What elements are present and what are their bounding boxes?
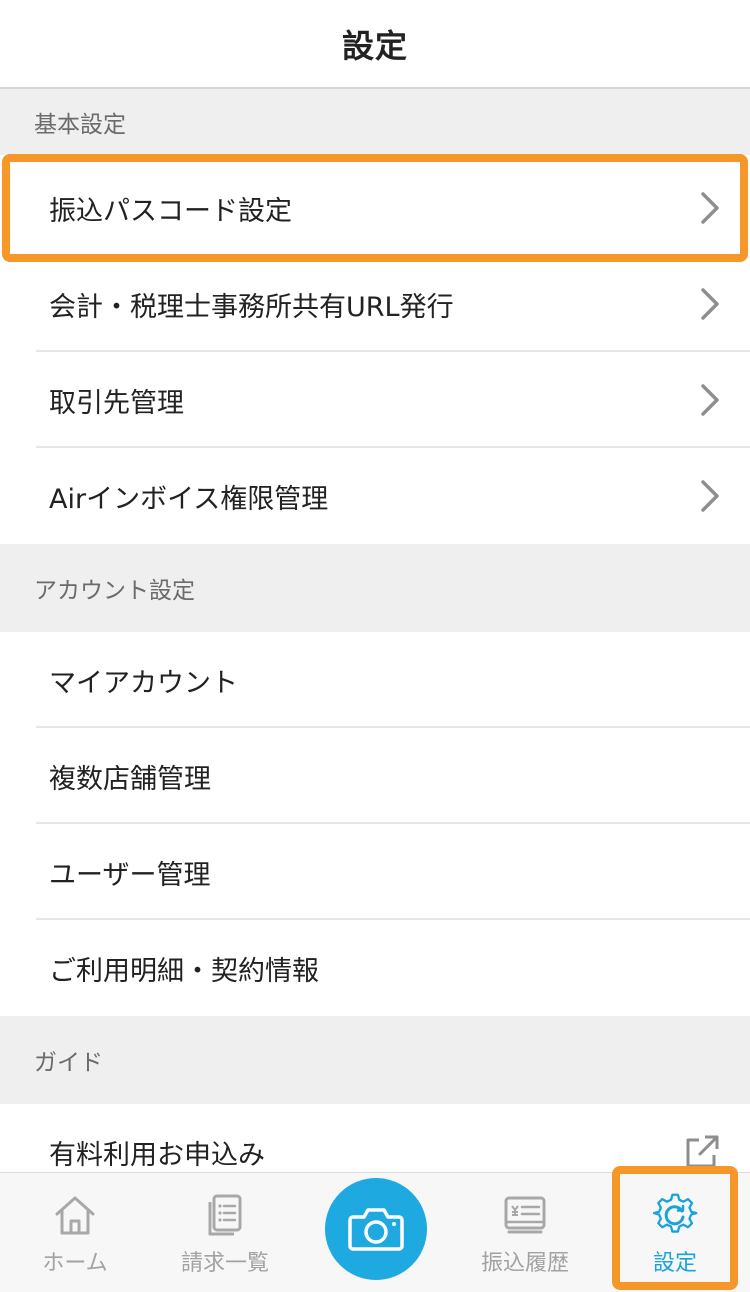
tab-settings[interactable]: 設定: [600, 1173, 750, 1292]
row-user-management[interactable]: ユーザー管理: [0, 824, 750, 920]
external-link-icon: [682, 1134, 722, 1170]
row-label: 会計・税理士事務所共有URL発行: [49, 291, 454, 323]
row-multi-store[interactable]: 複数店舗管理: [0, 728, 750, 824]
header: 設定: [0, 0, 750, 89]
section-title: アカウント設定: [34, 578, 195, 604]
home-icon: [51, 1191, 99, 1239]
row-label: ご利用明細・契約情報: [49, 955, 319, 987]
row-label: Airインボイス権限管理: [49, 483, 329, 515]
section-header-account: アカウント設定: [0, 544, 750, 632]
gear-icon: [651, 1191, 699, 1239]
camera-button[interactable]: [325, 1178, 427, 1280]
chevron-right-icon: [698, 286, 722, 322]
row-label: マイアカウント: [49, 667, 238, 699]
document-list-icon: [201, 1191, 249, 1239]
row-clients[interactable]: 取引先管理: [0, 352, 750, 448]
chevron-right-icon: [698, 382, 722, 418]
row-my-account[interactable]: マイアカウント: [0, 632, 750, 728]
section-title: 基本設定: [34, 112, 126, 138]
tab-label: 振込履歴: [480, 1251, 569, 1276]
section-header-basic: 基本設定: [0, 89, 750, 155]
row-label: 振込パスコード設定: [49, 195, 292, 227]
tab-transfers[interactable]: 振込履歴: [450, 1173, 600, 1292]
section-header-guide: ガイド: [0, 1016, 750, 1104]
chevron-right-icon: [698, 190, 722, 226]
row-label: 複数店舗管理: [49, 763, 211, 795]
tab-home[interactable]: ホーム: [0, 1173, 150, 1292]
tab-label: 請求一覧: [180, 1251, 269, 1276]
chevron-right-icon: [698, 478, 722, 514]
row-usage-contract[interactable]: ご利用明細・契約情報: [0, 920, 750, 1016]
tab-label: ホーム: [42, 1251, 108, 1276]
page-title: 設定: [341, 26, 408, 65]
row-label: 有料利用お申込み: [49, 1139, 265, 1171]
settings-screen: 設定 基本設定 振込パスコード設定 会計・税理士事務所共有URL発行 取引先管理…: [0, 0, 750, 1292]
section-title: ガイド: [34, 1050, 103, 1076]
receipt-icon: [501, 1191, 549, 1239]
camera-icon: [348, 1206, 404, 1252]
tab-label: 設定: [652, 1251, 697, 1276]
row-label: ユーザー管理: [49, 859, 211, 891]
row-share-url[interactable]: 会計・税理士事務所共有URL発行: [0, 256, 750, 352]
row-label: 取引先管理: [49, 387, 184, 419]
row-invoice-permissions[interactable]: Airインボイス権限管理: [0, 448, 750, 544]
tab-invoices[interactable]: 請求一覧: [150, 1173, 300, 1292]
row-transfer-passcode[interactable]: 振込パスコード設定: [0, 160, 750, 256]
